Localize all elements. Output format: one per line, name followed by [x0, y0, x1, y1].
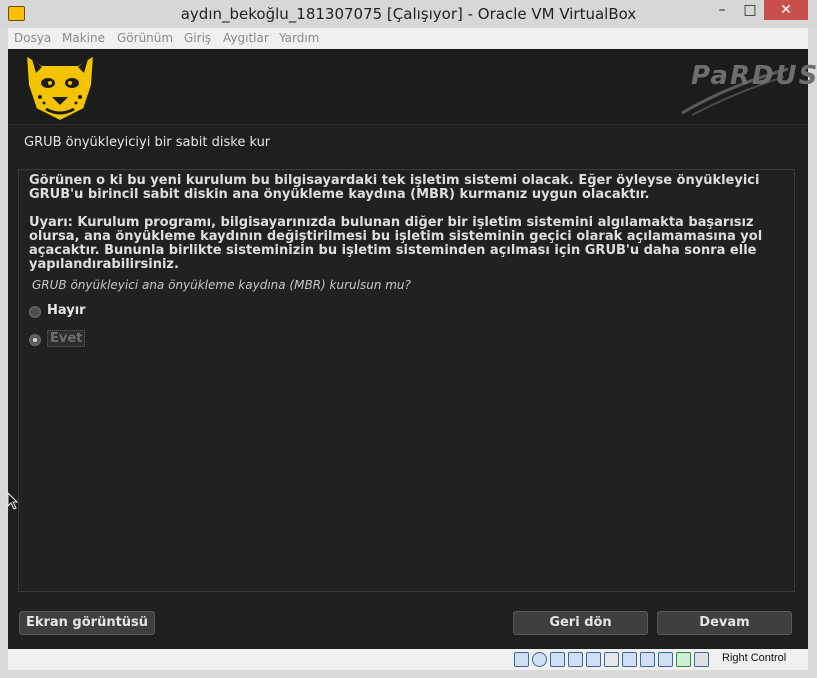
video-capture-icon[interactable]	[640, 652, 655, 667]
minimize-button[interactable]: –	[708, 0, 736, 20]
menu-item-giris[interactable]: Giriş	[184, 31, 211, 45]
mbr-question: GRUB önyükleyici ana önyükleme kaydına (…	[32, 278, 411, 292]
vm-display[interactable]: PaRDUS GRUB önyükleyiciyi bir sabit disk…	[8, 49, 817, 649]
page-title: GRUB önyükleyiciyi bir sabit diske kur	[24, 135, 271, 150]
screenshot-button[interactable]: Ekran görüntüsü	[19, 611, 155, 635]
warning-paragraph: Uyarı: Kurulum programı, bilgisayarınızd…	[29, 215, 763, 272]
mouse-cursor-icon	[7, 492, 19, 510]
usb-icon[interactable]	[586, 652, 601, 667]
menu-bar: Dosya Makine Görünüm Giriş Aygıtlar Yard…	[8, 28, 808, 49]
back-button[interactable]: Geri dön	[513, 611, 648, 635]
keyboard-capture-icon[interactable]	[694, 652, 709, 667]
display-icon[interactable]	[622, 652, 637, 667]
pardus-brand: PaRDUS	[691, 61, 817, 91]
info-paragraph: Görünen o ki bu yeni kurulum bu bilgisay…	[29, 173, 760, 202]
host-key-label: Right Control	[722, 652, 787, 664]
content-panel: Görünen o ki bu yeni kurulum bu bilgisay…	[18, 169, 795, 592]
option-yes-label[interactable]: Evet	[47, 330, 86, 347]
menu-item-yardim[interactable]: Yardım	[279, 31, 319, 45]
radio-yes[interactable]	[29, 334, 41, 346]
radio-no[interactable]	[29, 306, 41, 318]
network-icon[interactable]	[568, 652, 583, 667]
pardus-cat-logo-icon	[24, 53, 96, 123]
menu-item-makine[interactable]: Makine	[62, 31, 105, 45]
maximize-button[interactable]: □	[736, 0, 764, 20]
optical-drive-icon[interactable]	[532, 652, 547, 667]
close-button[interactable]: ✕	[764, 0, 808, 20]
menu-item-aygitlar[interactable]: Aygıtlar	[223, 31, 269, 45]
mouse-integration-icon[interactable]	[676, 652, 691, 667]
window-title: aydın_bekoğlu_181307075 [Çalışıyor] - Or…	[180, 5, 637, 23]
virtualization-icon[interactable]	[658, 652, 673, 667]
continue-button[interactable]: Devam	[657, 611, 792, 635]
status-bar: Right Control	[8, 649, 808, 670]
option-no-label[interactable]: Hayır	[47, 303, 86, 318]
menu-item-gorunum[interactable]: Görünüm	[117, 31, 173, 45]
installer-header: PaRDUS	[8, 49, 817, 125]
menu-item-dosya[interactable]: Dosya	[14, 31, 51, 45]
shared-folders-icon[interactable]	[604, 652, 619, 667]
window-titlebar[interactable]: aydın_bekoğlu_181307075 [Çalışıyor] - Or…	[0, 0, 817, 28]
hard-disk-icon[interactable]	[514, 652, 529, 667]
audio-icon[interactable]	[550, 652, 565, 667]
